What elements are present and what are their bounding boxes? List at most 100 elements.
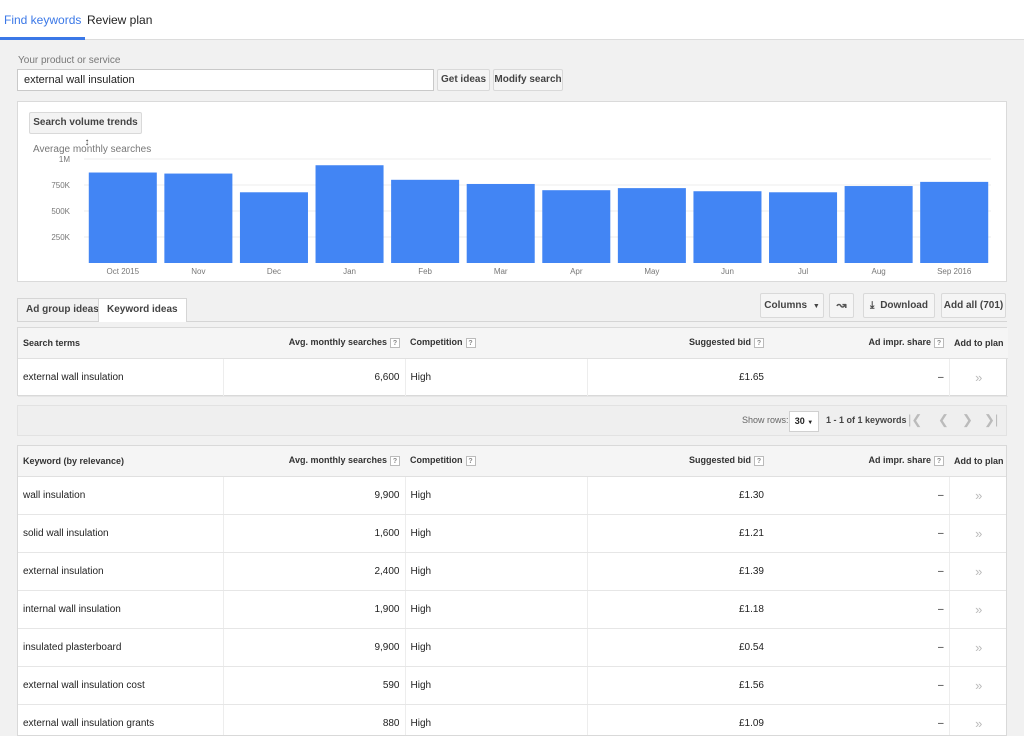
ad-impr-share-cell: – <box>769 704 949 735</box>
header-avg-monthly-searches[interactable]: Avg. monthly searches? <box>223 328 405 359</box>
x-tick-label: May <box>644 267 659 276</box>
x-tick-label: Apr <box>570 267 583 276</box>
header-suggested-bid[interactable]: Suggested bid? <box>587 446 769 477</box>
tab-ad-group-ideas[interactable]: Ad group ideas <box>17 298 108 321</box>
suggested-bid-cell: £1.09 <box>586 704 769 735</box>
keyword-cell: insulated plasterboard↝ <box>18 628 223 667</box>
competition-cell: High <box>404 476 587 515</box>
bar[interactable] <box>315 165 384 263</box>
x-tick-label: Feb <box>418 267 432 276</box>
x-tick-label: Mar <box>494 267 508 276</box>
avg-searches-cell: 2,400 <box>222 552 405 591</box>
last-page-icon[interactable]: ❯| <box>984 412 998 428</box>
chart-toggle-button[interactable]: ↝ <box>829 293 854 318</box>
search-volume-trends-select[interactable]: Search volume trends ↕ <box>29 112 142 148</box>
header-add-to-plan: Add to plan <box>949 328 1008 359</box>
modify-search-button[interactable]: Modify search <box>493 69 563 91</box>
keyword-text: solid wall insulation <box>23 527 109 539</box>
pagination-range: 1 - 1 of 1 keywords <box>826 415 907 425</box>
bar[interactable] <box>391 179 460 263</box>
y-tick-label: 750K <box>51 181 70 190</box>
keyword-text: external insulation <box>23 565 104 577</box>
double-chevron-right-icon[interactable]: » <box>975 488 982 503</box>
ad-impr-share-cell: – <box>769 358 949 397</box>
download-button[interactable]: ⤓ Download <box>863 293 935 318</box>
suggested-bid-cell: £1.30 <box>586 476 769 515</box>
bar-chart: 1M 750K 500K 250K Oct 2015 Nov Dec Jan Feb Mar Apr… <box>51 155 991 276</box>
x-tick-label: Sep 2016 <box>937 267 972 276</box>
add-to-plan-cell[interactable]: » <box>948 704 1006 735</box>
line-chart-icon: ↝ <box>836 298 847 312</box>
double-chevron-right-icon[interactable]: » <box>975 678 982 693</box>
header-competition[interactable]: Competition? <box>405 446 587 477</box>
help-icon[interactable]: ? <box>934 456 944 467</box>
header-suggested-bid[interactable]: Suggested bid? <box>587 328 769 359</box>
product-input[interactable]: external wall insulation <box>17 69 434 91</box>
header-search-terms[interactable]: Search terms <box>18 328 223 359</box>
tab-keyword-ideas[interactable]: Keyword ideas <box>98 298 187 322</box>
bar[interactable] <box>844 186 913 263</box>
columns-button[interactable]: Columns ▼ <box>760 293 824 318</box>
bar[interactable] <box>239 192 308 263</box>
header-add-to-plan: Add to plan <box>949 446 1006 477</box>
add-to-plan-cell[interactable]: » <box>948 552 1006 591</box>
header-keyword-by-relevance[interactable]: Keyword (by relevance) <box>18 446 223 477</box>
tab-review-plan[interactable]: Review plan <box>87 0 152 40</box>
bar[interactable] <box>920 181 989 263</box>
x-tick-label: Dec <box>267 267 281 276</box>
add-to-plan-cell[interactable]: » <box>948 358 1008 397</box>
double-chevron-right-icon[interactable]: » <box>975 640 982 655</box>
header-avg-monthly-searches[interactable]: Avg. monthly searches? <box>223 446 405 477</box>
x-tick-label: Nov <box>191 267 205 276</box>
ad-impr-share-cell: – <box>769 666 949 705</box>
help-icon[interactable]: ? <box>754 456 764 467</box>
help-icon[interactable]: ? <box>754 338 764 349</box>
bar[interactable] <box>542 190 611 263</box>
add-to-plan-cell[interactable]: » <box>948 666 1006 705</box>
bar[interactable] <box>769 192 838 263</box>
double-chevron-right-icon[interactable]: » <box>975 564 982 579</box>
product-label: Your product or service <box>18 55 121 66</box>
header-ad-impr-share[interactable]: Ad impr. share? <box>769 328 949 359</box>
get-ideas-button[interactable]: Get ideas <box>437 69 490 91</box>
double-chevron-right-icon[interactable]: » <box>975 716 982 731</box>
help-icon[interactable]: ? <box>390 456 400 467</box>
double-chevron-right-icon[interactable]: » <box>975 370 982 385</box>
header-competition[interactable]: Competition? <box>405 328 587 359</box>
first-page-icon[interactable]: |❮ <box>908 412 922 428</box>
add-to-plan-cell[interactable]: » <box>948 590 1006 629</box>
download-label: Download <box>880 300 928 311</box>
help-icon[interactable]: ? <box>390 338 400 349</box>
y-tick-label: 250K <box>51 233 70 242</box>
ad-impr-share-cell: – <box>769 552 949 591</box>
keyword-cell: external wall insulation cost↝ <box>18 666 223 705</box>
tab-find-keywords[interactable]: Find keywords <box>0 0 86 40</box>
double-chevron-right-icon[interactable]: » <box>975 602 982 617</box>
add-to-plan-cell[interactable]: » <box>948 514 1006 553</box>
add-to-plan-cell[interactable]: » <box>948 628 1006 667</box>
bar[interactable] <box>164 173 233 263</box>
keyword-cell: external wall insulation grants↝ <box>18 704 223 735</box>
prev-page-icon[interactable]: ❮ <box>938 412 949 428</box>
suggested-bid-cell: £1.56 <box>586 666 769 705</box>
bar[interactable] <box>693 191 762 263</box>
table-row: external wall insulation grants↝880High£… <box>18 704 1006 735</box>
add-all-button[interactable]: Add all (701) <box>941 293 1006 318</box>
keyword-text: external wall insulation grants <box>23 717 155 729</box>
ad-impr-share-cell: – <box>769 514 949 553</box>
rows-per-page-select[interactable]: 30 ▼ <box>789 411 819 432</box>
competition-cell: High <box>404 628 587 667</box>
double-chevron-right-icon[interactable]: » <box>975 526 982 541</box>
bar[interactable] <box>617 188 686 263</box>
add-to-plan-cell[interactable]: » <box>948 476 1006 515</box>
help-icon[interactable]: ? <box>934 338 944 349</box>
help-icon[interactable]: ? <box>465 456 476 467</box>
help-icon[interactable]: ? <box>465 338 476 349</box>
next-page-icon[interactable]: ❯ <box>962 412 973 428</box>
keyword-cell: solid wall insulation↝ <box>18 514 223 553</box>
bar[interactable] <box>466 183 535 263</box>
bar[interactable] <box>88 172 157 263</box>
table-row: solid wall insulation↝1,600High£1.21– » <box>18 514 1006 553</box>
header-ad-impr-share[interactable]: Ad impr. share? <box>769 446 949 477</box>
chevron-down-icon: ▼ <box>812 303 820 310</box>
